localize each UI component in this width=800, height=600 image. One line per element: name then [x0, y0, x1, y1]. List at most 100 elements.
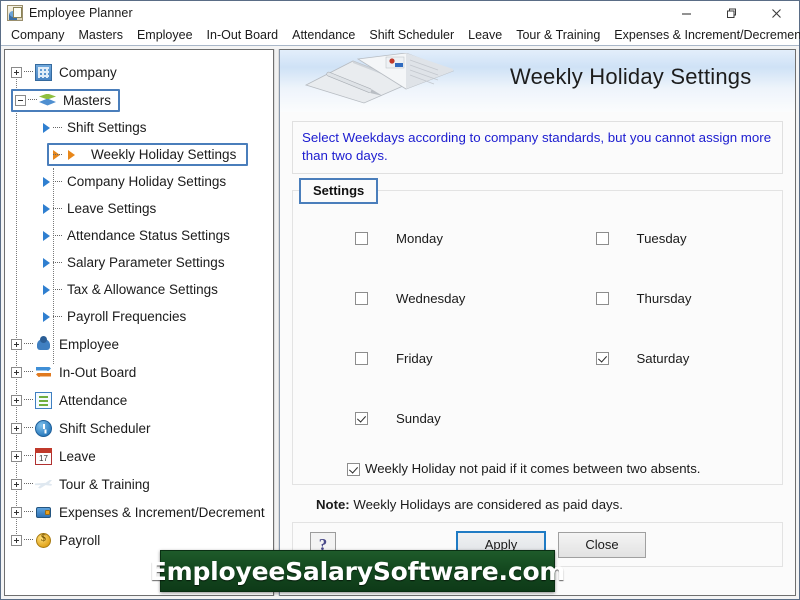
weekday-checkbox-grid: Monday Tuesday Wednesday Thursday Friday… — [293, 191, 782, 476]
checkbox-unpaid-between-absents[interactable]: Weekly Holiday not paid if it comes betw… — [293, 461, 782, 476]
menu-item-attendance[interactable]: Attendance — [285, 26, 362, 45]
checkbox-monday[interactable]: Monday — [293, 231, 538, 291]
notebook-and-pen-illustration — [304, 53, 455, 104]
tree-item-tax-allowance-settings[interactable]: Tax & Allowance Settings — [5, 276, 273, 303]
tree-connector — [53, 126, 62, 129]
tree-connector — [24, 483, 33, 485]
tree-connector — [24, 343, 33, 345]
tree-item-label: In-Out Board — [59, 364, 137, 380]
attendance-clipboard-icon — [35, 391, 52, 409]
weekday-row: Friday Saturday — [293, 351, 782, 411]
weekday-row: Sunday — [293, 411, 782, 459]
airplane-icon — [35, 476, 52, 493]
checkbox-tuesday-box[interactable] — [595, 232, 609, 245]
menu-item-leave[interactable]: Leave — [461, 26, 509, 45]
checkbox-saturday[interactable]: Saturday — [538, 351, 783, 411]
tree-item-label: Payroll — [59, 532, 101, 548]
tree-connector — [24, 511, 33, 513]
expander-minus-icon[interactable] — [15, 94, 26, 106]
checkbox-monday-box[interactable] — [355, 232, 368, 245]
menu-item-tour-training[interactable]: Tour & Training — [509, 26, 607, 45]
form-body: Select Weekdays according to company sta… — [280, 112, 795, 595]
maximize-icon[interactable] — [709, 1, 754, 25]
page-title: Weekly Holiday Settings — [510, 64, 752, 89]
checkbox-saturday-box[interactable] — [595, 352, 609, 365]
expander-plus-icon[interactable] — [11, 66, 22, 78]
tree-item-payroll-frequencies[interactable]: Payroll Frequencies — [5, 303, 273, 330]
window-controls — [664, 1, 799, 25]
menu-item-company[interactable]: Company — [4, 26, 72, 45]
note-prefix: Note: — [316, 497, 350, 512]
settings-groupbox: Settings Monday Tuesday Wednesday Thursd… — [292, 178, 783, 485]
window-title: Employee Planner — [29, 6, 133, 20]
tree-item-label: Employee — [59, 336, 120, 352]
close-button[interactable]: Close — [558, 531, 646, 558]
tree-connector — [53, 207, 62, 210]
checkbox-tuesday[interactable]: Tuesday — [538, 231, 783, 291]
checkbox-sunday[interactable]: Sunday — [293, 411, 538, 459]
checkbox-unpaid-between-absents-label: Weekly Holiday not paid if it comes betw… — [365, 461, 701, 476]
navigation-tree-panel[interactable]: Company Masters Shift Settings Weekly Ho… — [4, 49, 274, 596]
checkbox-sunday-box[interactable] — [355, 412, 368, 425]
tree-item-attendance[interactable]: Attendance — [5, 386, 273, 414]
tree-item-masters[interactable]: Masters — [5, 86, 273, 114]
close-icon[interactable] — [754, 1, 799, 25]
tree-item-expenses-increment-decrement[interactable]: Expenses & Increment/Decrement — [5, 498, 273, 526]
expander-plus-icon[interactable] — [11, 366, 22, 378]
menu-item-in-out-board[interactable]: In-Out Board — [200, 26, 286, 45]
tree-item-label: Leave Settings — [67, 201, 157, 216]
watermark-text: EmployeeSalarySoftware.com — [149, 556, 566, 586]
checkbox-unpaid-between-absents-box[interactable] — [347, 462, 360, 476]
checkbox-friday-box[interactable] — [355, 352, 368, 365]
tree-item-leave-settings[interactable]: Leave Settings — [5, 195, 273, 222]
tree-connector — [24, 371, 33, 373]
menu-item-expenses[interactable]: Expenses & Increment/Decrement — [607, 26, 800, 45]
checkbox-monday-label: Monday — [396, 231, 443, 246]
checkbox-thursday[interactable]: Thursday — [538, 291, 783, 351]
checkbox-sunday-label: Sunday — [396, 411, 441, 426]
tree-item-company[interactable]: Company — [5, 58, 273, 86]
main-body: Company Masters Shift Settings Weekly Ho… — [1, 46, 799, 599]
tree-connector — [28, 99, 37, 101]
settings-groupbox-legend: Settings — [299, 178, 379, 204]
expander-plus-icon[interactable] — [11, 394, 22, 406]
tree-item-shift-settings[interactable]: Shift Settings — [5, 114, 273, 141]
expander-plus-icon[interactable] — [11, 338, 22, 350]
company-building-icon — [35, 63, 52, 81]
tree-item-weekly-holiday-settings[interactable]: Weekly Holiday Settings — [5, 141, 273, 168]
tree-item-in-out-board[interactable]: In-Out Board — [5, 358, 273, 386]
menu-item-masters[interactable]: Masters — [72, 26, 130, 45]
checkbox-thursday-label: Thursday — [636, 291, 692, 306]
expander-plus-icon[interactable] — [11, 506, 22, 518]
minimize-icon[interactable] — [664, 1, 709, 25]
expander-plus-icon[interactable] — [11, 422, 22, 434]
tree-connector — [24, 539, 33, 541]
tree-item-salary-parameter-settings[interactable]: Salary Parameter Settings — [5, 249, 273, 276]
expander-plus-icon[interactable] — [11, 478, 22, 490]
watermark-banner: EmployeeSalarySoftware.com — [150, 550, 565, 592]
checkbox-wednesday[interactable]: Wednesday — [293, 291, 538, 351]
tree-item-employee[interactable]: Employee — [5, 330, 273, 358]
calendar-icon — [35, 447, 52, 465]
masters-layers-icon — [39, 92, 56, 109]
checkbox-wednesday-box[interactable] — [355, 292, 368, 305]
expander-plus-icon[interactable] — [11, 534, 22, 546]
expander-plus-icon[interactable] — [11, 450, 22, 462]
checkbox-thursday-box[interactable] — [595, 292, 609, 305]
tree-connector — [53, 315, 62, 318]
checkbox-tuesday-label: Tuesday — [636, 231, 687, 246]
checkbox-friday-label: Friday — [396, 351, 433, 366]
menu-item-shift-scheduler[interactable]: Shift Scheduler — [362, 26, 461, 45]
note-text: Note: Weekly Holidays are considered as … — [292, 497, 783, 512]
tree-item-attendance-status-settings[interactable]: Attendance Status Settings — [5, 222, 273, 249]
clock-icon — [35, 419, 52, 437]
checkbox-friday[interactable]: Friday — [293, 351, 538, 411]
close-button-wrapper: Close — [558, 531, 646, 558]
menu-item-employee[interactable]: Employee — [130, 26, 200, 45]
weekday-row-empty-cell — [538, 411, 783, 459]
tree-item-tour-training[interactable]: Tour & Training — [5, 470, 273, 498]
tree-item-leave[interactable]: Leave — [5, 442, 273, 470]
tree-item-shift-scheduler[interactable]: Shift Scheduler — [5, 414, 273, 442]
tree-item-company-holiday-settings[interactable]: Company Holiday Settings — [5, 168, 273, 195]
checkbox-saturday-label: Saturday — [636, 351, 690, 366]
